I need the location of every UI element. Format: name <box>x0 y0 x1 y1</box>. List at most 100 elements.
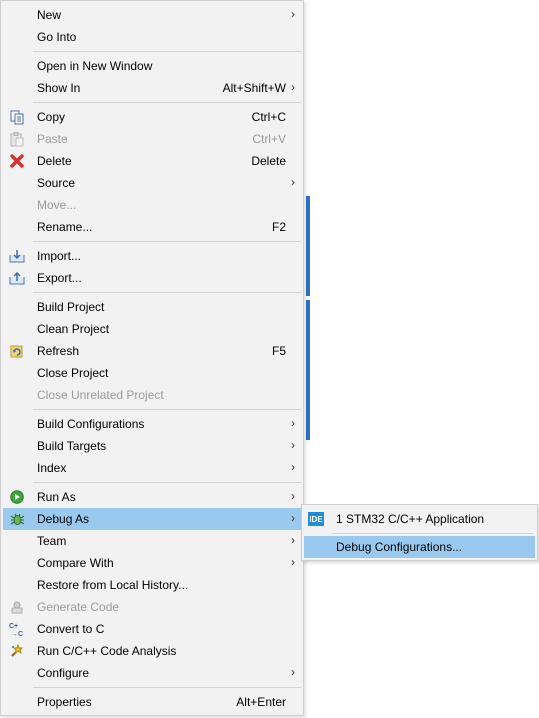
menu-item-label: Delete <box>37 154 72 168</box>
chevron-right-icon: › <box>291 489 295 503</box>
menu-item-label: Open in New Window <box>37 59 153 73</box>
chevron-right-icon: › <box>291 80 295 94</box>
paste-icon <box>9 131 25 147</box>
menu-item-paste[interactable]: Paste Ctrl+V <box>3 128 301 150</box>
menu-item-label: New <box>37 8 62 22</box>
menu-item-restore-from-local-history[interactable]: Restore from Local History... <box>3 574 301 596</box>
menu-item-configure[interactable]: Configure › <box>3 662 301 684</box>
svg-text:→C: →C <box>11 631 23 637</box>
menu-separator <box>33 482 301 483</box>
menu-item-label: Move... <box>37 198 77 212</box>
menu-item-source[interactable]: Source › <box>3 172 301 194</box>
chevron-right-icon: › <box>291 175 295 189</box>
menu-item-generate-code[interactable]: Generate Code <box>3 596 301 618</box>
menu-item-label: Convert to C <box>37 622 105 636</box>
menu-item-label: Paste <box>37 132 68 146</box>
chevron-right-icon: › <box>291 665 295 679</box>
menu-separator <box>33 51 301 52</box>
menu-separator <box>33 241 301 242</box>
menu-item-label: Build Configurations <box>37 417 145 431</box>
code-analysis-icon <box>9 643 25 659</box>
menu-item-label: Generate Code <box>37 600 120 614</box>
context-menu: New › Go Into Open in New Window Show In… <box>0 0 304 716</box>
menu-item-label: Clean Project <box>37 322 110 336</box>
chevron-right-icon: › <box>291 438 295 452</box>
ide-icon: IDE <box>308 512 324 526</box>
menu-item-clean-project[interactable]: Clean Project <box>3 318 301 340</box>
menu-item-move[interactable]: Move... <box>3 194 301 216</box>
menu-item-label: Copy <box>37 110 66 124</box>
menu-item-debug-as[interactable]: Debug As › <box>3 508 301 530</box>
menu-item-label: Import... <box>37 249 82 263</box>
run-icon <box>9 489 25 505</box>
menu-item-shortcut: Alt+Shift+W <box>222 81 286 95</box>
menu-separator <box>33 102 301 103</box>
menu-separator <box>33 292 301 293</box>
submenu-item-label: 1 STM32 C/C++ Application <box>336 512 485 526</box>
menu-item-label: Show In <box>37 81 81 95</box>
menu-item-label: Build Project <box>37 300 105 314</box>
menu-item-shortcut: F5 <box>271 344 286 358</box>
menu-item-label: Compare With <box>37 556 114 570</box>
menu-item-label: Properties <box>37 695 92 709</box>
submenu-separator <box>332 533 533 534</box>
menu-item-export[interactable]: Export... <box>3 267 301 289</box>
menu-item-close-project[interactable]: Close Project <box>3 362 301 384</box>
menu-item-label: Run As <box>37 490 76 504</box>
editor-selection-bar <box>306 196 310 296</box>
menu-item-label: Close Unrelated Project <box>37 388 164 402</box>
menu-item-team[interactable]: Team › <box>3 530 301 552</box>
svg-text:C+: C+ <box>9 623 18 630</box>
chevron-right-icon: › <box>291 533 295 547</box>
submenu-item-label: Debug Configurations... <box>336 540 463 554</box>
menu-item-shortcut: Alt+Enter <box>236 695 286 709</box>
menu-item-label: Source <box>37 176 76 190</box>
menu-item-close-unrelated-project[interactable]: Close Unrelated Project <box>3 384 301 406</box>
menu-item-label: Index <box>37 461 67 475</box>
menu-item-delete[interactable]: Delete Delete <box>3 150 301 172</box>
submenu-item-debug-configurations[interactable]: Debug Configurations... <box>304 536 535 558</box>
menu-item-label: Team <box>37 534 67 548</box>
menu-item-open-in-new-window[interactable]: Open in New Window <box>3 55 301 77</box>
menu-item-go-into[interactable]: Go Into <box>3 26 301 48</box>
menu-item-run-as[interactable]: Run As › <box>3 486 301 508</box>
menu-item-label: Rename... <box>37 220 93 234</box>
convert-c-icon: C+ →C <box>9 621 25 637</box>
chevron-right-icon: › <box>291 555 295 569</box>
editor-background <box>306 0 539 718</box>
menu-item-index[interactable]: Index › <box>3 457 301 479</box>
export-icon <box>9 270 25 286</box>
menu-item-show-in[interactable]: Show In Alt+Shift+W › <box>3 77 301 99</box>
submenu-item-stm32-application[interactable]: IDE 1 STM32 C/C++ Application <box>304 508 535 530</box>
menu-item-run-code-analysis[interactable]: Run C/C++ Code Analysis <box>3 640 301 662</box>
menu-item-label: Run C/C++ Code Analysis <box>37 644 177 658</box>
delete-icon <box>9 153 25 169</box>
menu-item-build-targets[interactable]: Build Targets › <box>3 435 301 457</box>
editor-selection-bar <box>306 300 310 440</box>
menu-item-convert-to-c[interactable]: C+ →C Convert to C <box>3 618 301 640</box>
debug-as-submenu: IDE 1 STM32 C/C++ Application Debug Conf… <box>301 504 538 561</box>
menu-item-label: Build Targets <box>37 439 107 453</box>
generate-code-icon <box>9 599 25 615</box>
menu-item-copy[interactable]: Copy Ctrl+C <box>3 106 301 128</box>
menu-item-label: Restore from Local History... <box>37 578 189 592</box>
menu-item-label: Debug As <box>37 512 90 526</box>
menu-item-build-configurations[interactable]: Build Configurations › <box>3 413 301 435</box>
menu-item-import[interactable]: Import... <box>3 245 301 267</box>
menu-item-build-project[interactable]: Build Project <box>3 296 301 318</box>
menu-item-label: Export... <box>37 271 82 285</box>
chevron-right-icon: › <box>291 416 295 430</box>
menu-item-compare-with[interactable]: Compare With › <box>3 552 301 574</box>
copy-icon <box>9 109 25 125</box>
menu-item-shortcut: Ctrl+C <box>251 110 286 124</box>
menu-item-properties[interactable]: Properties Alt+Enter <box>3 691 301 713</box>
menu-item-shortcut: F2 <box>271 220 286 234</box>
menu-item-refresh[interactable]: Refresh F5 <box>3 340 301 362</box>
menu-separator <box>33 687 301 688</box>
debug-icon <box>9 511 25 527</box>
menu-item-rename[interactable]: Rename... F2 <box>3 216 301 238</box>
menu-item-label: Close Project <box>37 366 109 380</box>
menu-item-new[interactable]: New › <box>3 4 301 26</box>
menu-item-label: Go Into <box>37 30 77 44</box>
menu-item-shortcut: Delete <box>251 154 286 168</box>
